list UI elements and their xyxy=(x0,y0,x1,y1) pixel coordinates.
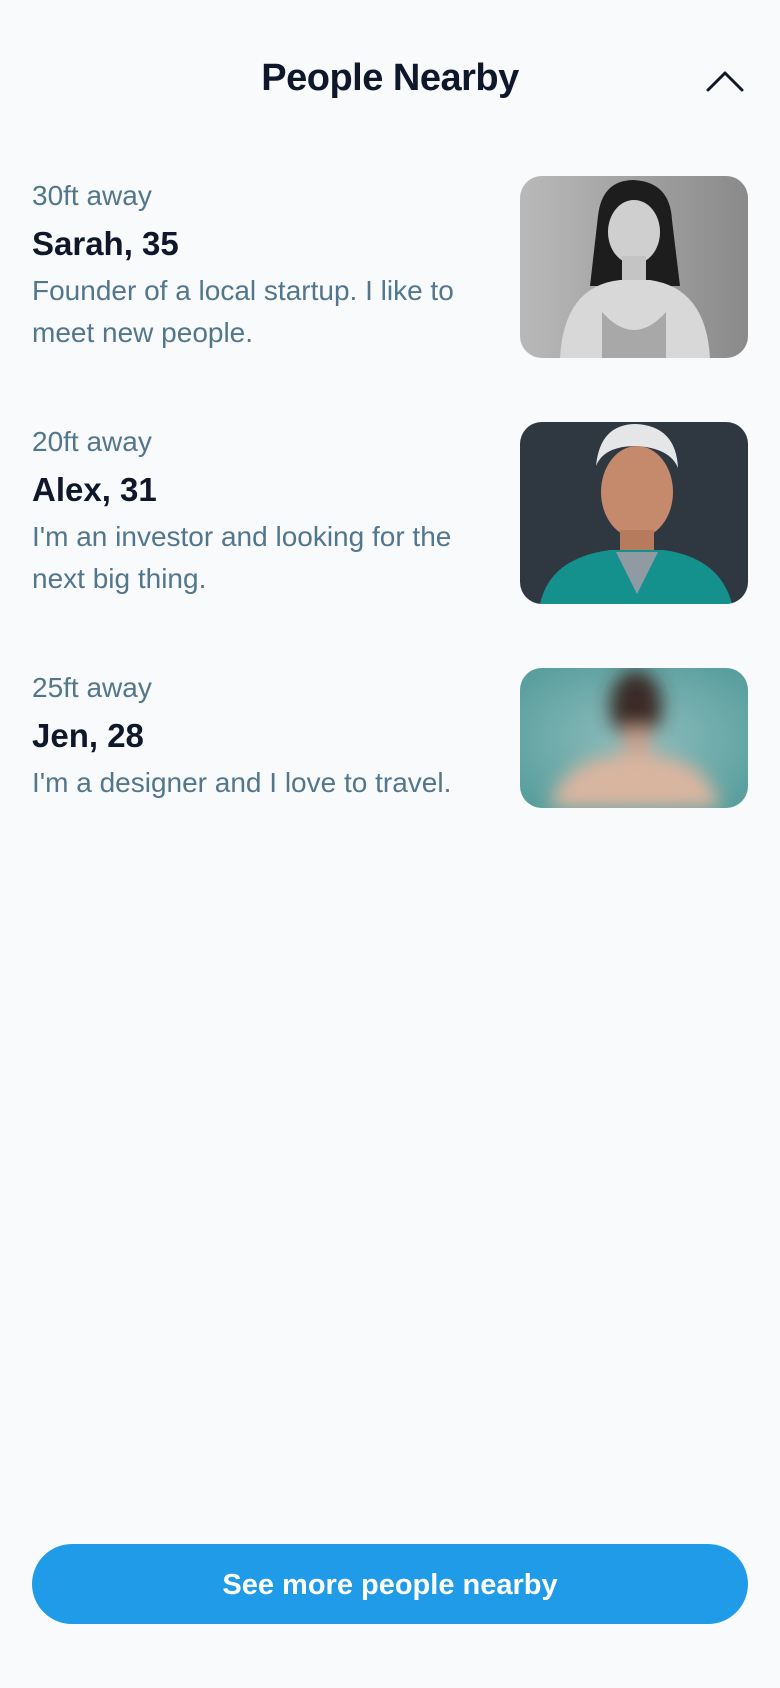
person-card-sarah[interactable]: 30ft away Sarah, 35 Founder of a local s… xyxy=(0,176,780,422)
person-name: Jen, 28 xyxy=(32,717,144,754)
person-photo[interactable] xyxy=(520,668,748,808)
collapse-button[interactable] xyxy=(700,58,750,102)
person-distance: 20ft away xyxy=(32,426,152,457)
person-distance: 30ft away xyxy=(32,180,152,211)
person-photo[interactable] xyxy=(520,176,748,358)
person-info: 30ft away Sarah, 35 Founder of a local s… xyxy=(32,176,482,354)
person-info: 20ft away Alex, 31 I'm an investor and l… xyxy=(32,422,482,600)
person-photo[interactable] xyxy=(520,422,748,604)
person-distance: 25ft away xyxy=(32,672,152,703)
person-bio: Founder of a local startup. I like to me… xyxy=(32,275,454,348)
header: People Nearby xyxy=(0,0,780,160)
person-card-alex[interactable]: 20ft away Alex, 31 I'm an investor and l… xyxy=(0,422,780,668)
person-info: 25ft away Jen, 28 I'm a designer and I l… xyxy=(32,668,482,804)
person-card-jen[interactable]: 25ft away Jen, 28 I'm a designer and I l… xyxy=(0,668,780,914)
person-bio: I'm a designer and I love to travel. xyxy=(32,767,452,798)
see-more-button[interactable]: See more people nearby xyxy=(32,1544,748,1624)
people-list: 30ft away Sarah, 35 Founder of a local s… xyxy=(0,176,780,914)
page-title: People Nearby xyxy=(261,57,519,99)
person-name: Alex, 31 xyxy=(32,471,157,508)
chevron-up-icon xyxy=(706,71,744,92)
person-bio: I'm an investor and looking for the next… xyxy=(32,521,452,594)
person-name: Sarah, 35 xyxy=(32,225,179,262)
